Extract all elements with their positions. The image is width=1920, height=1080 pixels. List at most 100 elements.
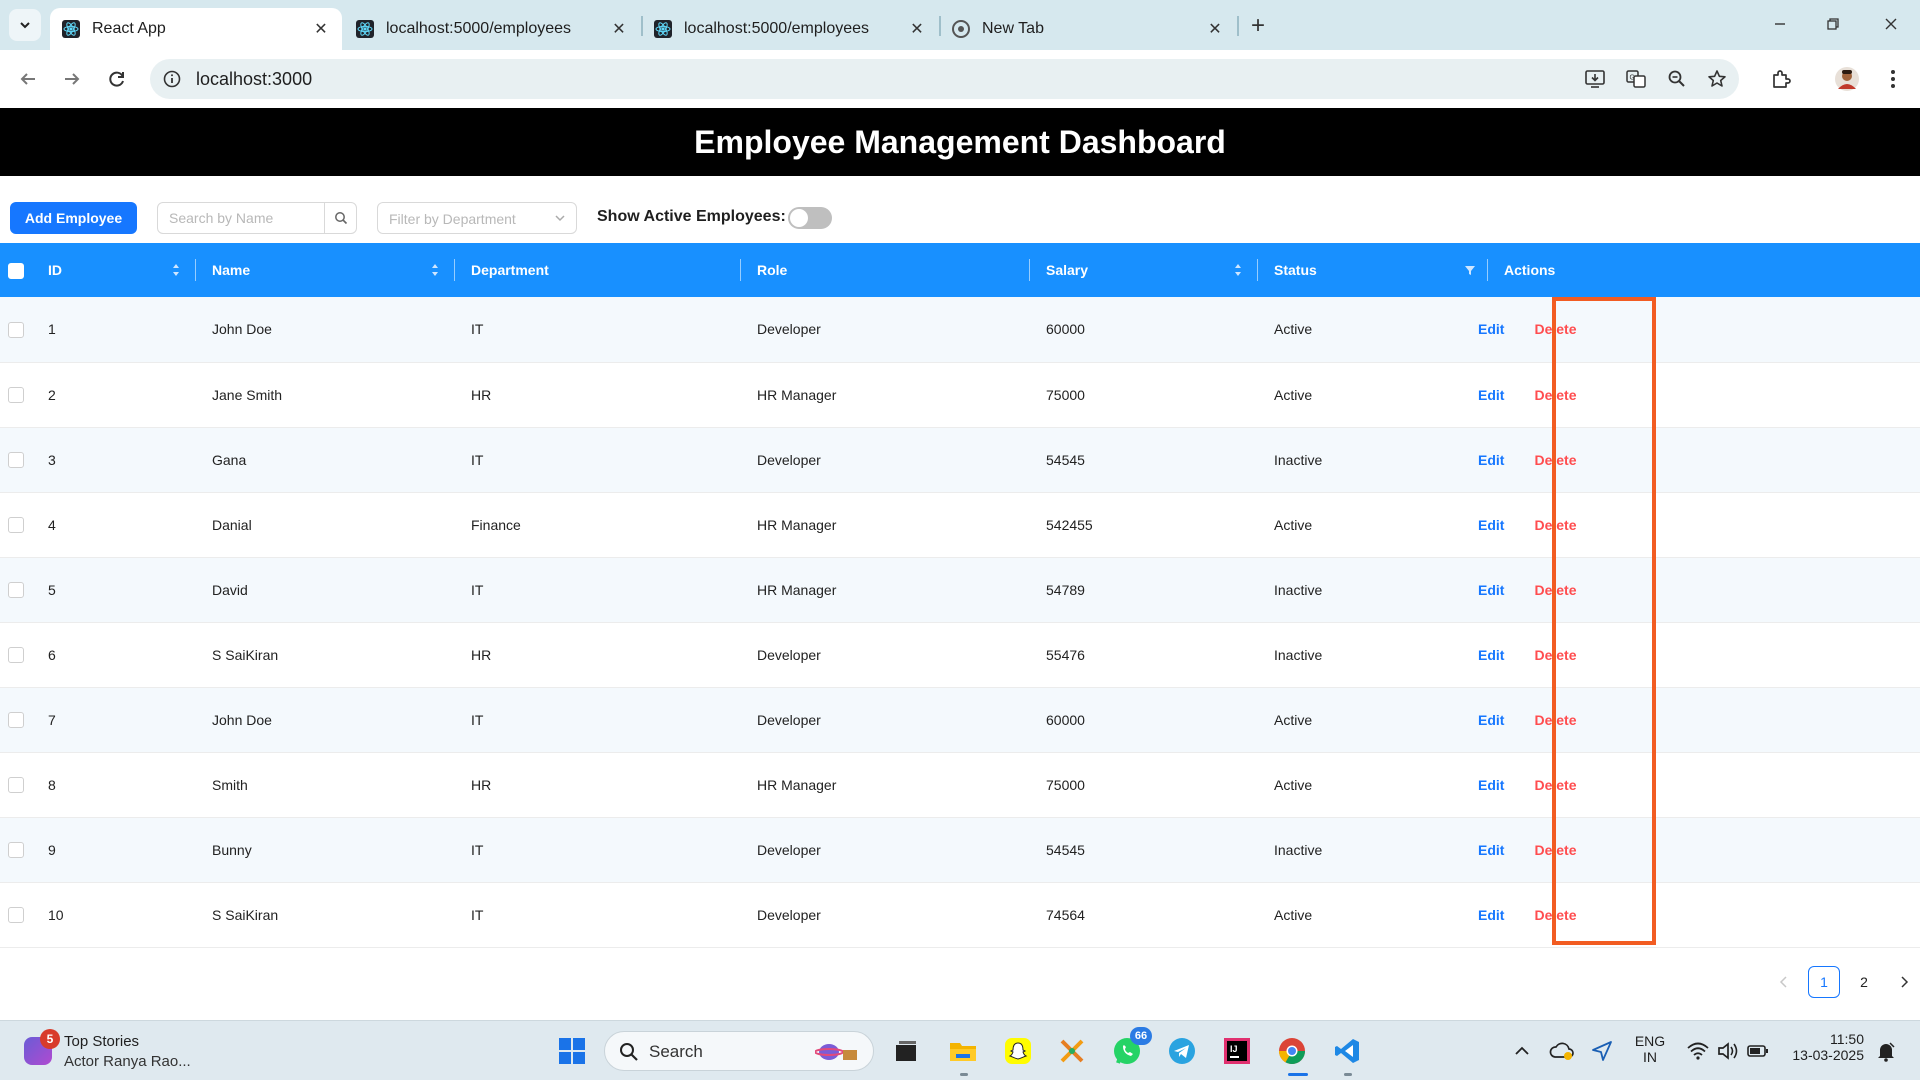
row-checkbox[interactable] [8,517,24,534]
location-arrow-icon[interactable] [1586,1035,1618,1067]
profile-avatar-icon[interactable] [1832,64,1862,94]
column-header-salary[interactable]: Salary [1030,243,1258,297]
active-employees-toggle[interactable] [788,207,832,229]
tab-search-button[interactable] [9,9,41,41]
delete-button[interactable]: Delete [1534,842,1576,858]
row-checkbox[interactable] [8,321,24,338]
edit-button[interactable]: Edit [1478,387,1504,403]
restore-icon[interactable] [1810,8,1856,40]
edit-button[interactable]: Edit [1478,582,1504,598]
toolbar-controls: Add Employee Filter by Department Show A… [0,196,1920,240]
edit-button[interactable]: Edit [1478,907,1504,923]
tray-overflow-chevron-icon[interactable] [1506,1035,1538,1067]
pagination-prev-icon[interactable] [1768,966,1800,998]
site-info-icon[interactable] [162,69,182,89]
column-header-id[interactable]: ID [32,243,196,297]
edit-button[interactable]: Edit [1478,321,1504,337]
filter-funnel-icon[interactable] [1464,263,1476,277]
tab-close-icon[interactable]: ✕ [310,18,332,40]
delete-button[interactable]: Delete [1534,517,1576,533]
delete-button[interactable]: Delete [1534,452,1576,468]
delete-button[interactable]: Delete [1534,907,1576,923]
row-checkbox[interactable] [8,387,24,404]
battery-icon[interactable] [1742,1035,1774,1067]
add-employee-button[interactable]: Add Employee [10,202,137,234]
delete-button[interactable]: Delete [1534,582,1576,598]
row-actions: Edit Delete [1478,712,1576,728]
row-checkbox[interactable] [8,907,24,924]
column-header-status[interactable]: Status [1258,243,1488,297]
cell-salary: 60000 [1030,297,1258,363]
window-close-icon[interactable] [1868,8,1914,40]
sort-icon[interactable] [172,263,180,277]
bookmark-star-icon[interactable] [1705,69,1729,89]
select-all-checkbox[interactable] [8,262,24,279]
more-menu-icon[interactable] [1878,64,1908,94]
taskbar-search-box[interactable]: Search [604,1031,874,1071]
edit-button[interactable]: Edit [1478,517,1504,533]
windows-start-icon[interactable] [556,1035,588,1067]
zoom-icon[interactable] [1665,69,1689,89]
chrome-taskbar-icon[interactable] [1276,1035,1308,1067]
forward-arrow-icon[interactable] [56,63,88,95]
row-checkbox[interactable] [8,712,24,729]
row-checkbox[interactable] [8,452,24,469]
intellij-icon[interactable]: IJ [1221,1035,1253,1067]
wifi-icon[interactable] [1682,1035,1714,1067]
tab-close-icon[interactable]: ✕ [1204,18,1226,40]
new-tab-plus-icon[interactable]: + [1244,12,1272,40]
delete-button[interactable]: Delete [1534,777,1576,793]
tools-app-icon[interactable] [1056,1035,1088,1067]
delete-button[interactable]: Delete [1534,321,1576,337]
notification-bell-icon[interactable] [1870,1035,1902,1067]
tab-employees-1[interactable]: localhost:5000/employees ✕ [344,8,640,50]
row-checkbox[interactable] [8,647,24,664]
clock[interactable]: 11:50 13-03-2025 [1780,1031,1864,1063]
language-indicator[interactable]: ENG IN [1630,1033,1670,1065]
tab-employees-2[interactable]: localhost:5000/employees ✕ [642,8,938,50]
back-arrow-icon[interactable] [12,63,44,95]
tab-close-icon[interactable]: ✕ [906,18,928,40]
edit-button[interactable]: Edit [1478,647,1504,663]
install-app-icon[interactable] [1583,69,1607,89]
sort-icon[interactable] [431,263,439,277]
vscode-icon[interactable] [1331,1035,1363,1067]
pagination-page-2[interactable]: 2 [1848,966,1880,998]
tab-new-tab[interactable]: New Tab ✕ [940,8,1236,50]
tab-close-icon[interactable]: ✕ [608,18,630,40]
sort-icon[interactable] [1234,263,1242,277]
telegram-icon[interactable] [1166,1035,1198,1067]
volume-icon[interactable] [1712,1035,1744,1067]
translate-icon[interactable]: G [1624,69,1648,89]
column-header-name[interactable]: Name [196,243,455,297]
edit-button[interactable]: Edit [1478,777,1504,793]
row-checkbox[interactable] [8,842,24,859]
onedrive-icon[interactable] [1546,1035,1578,1067]
news-widget[interactable]: 5 Top Stories Actor Ranya Rao... [20,1029,220,1073]
pagination-page-1[interactable]: 1 [1808,966,1840,998]
file-explorer-icon[interactable] [947,1035,979,1067]
edit-button[interactable]: Edit [1478,452,1504,468]
search-button[interactable] [324,203,356,233]
department-filter-select[interactable]: Filter by Department [377,202,577,234]
edit-button[interactable]: Edit [1478,712,1504,728]
row-checkbox[interactable] [8,582,24,599]
cell-status: Active [1258,297,1488,363]
snapchat-icon[interactable] [1002,1035,1034,1067]
delete-button[interactable]: Delete [1534,712,1576,728]
task-view-icon[interactable] [890,1035,922,1067]
cell-status: Active [1258,687,1488,753]
search-input[interactable] [158,203,324,233]
tab-title: localhost:5000/employees [684,20,870,37]
row-checkbox[interactable] [8,777,24,794]
tab-react-app[interactable]: React App ✕ [50,8,342,50]
row-checkbox-cell [0,817,32,883]
extensions-icon[interactable] [1766,64,1796,94]
delete-button[interactable]: Delete [1534,387,1576,403]
reload-icon[interactable] [101,63,133,95]
edit-button[interactable]: Edit [1478,842,1504,858]
minimize-icon[interactable] [1757,8,1803,40]
delete-button[interactable]: Delete [1534,647,1576,663]
address-bar[interactable]: localhost:3000 G [150,59,1739,99]
pagination-next-icon[interactable] [1888,966,1920,998]
